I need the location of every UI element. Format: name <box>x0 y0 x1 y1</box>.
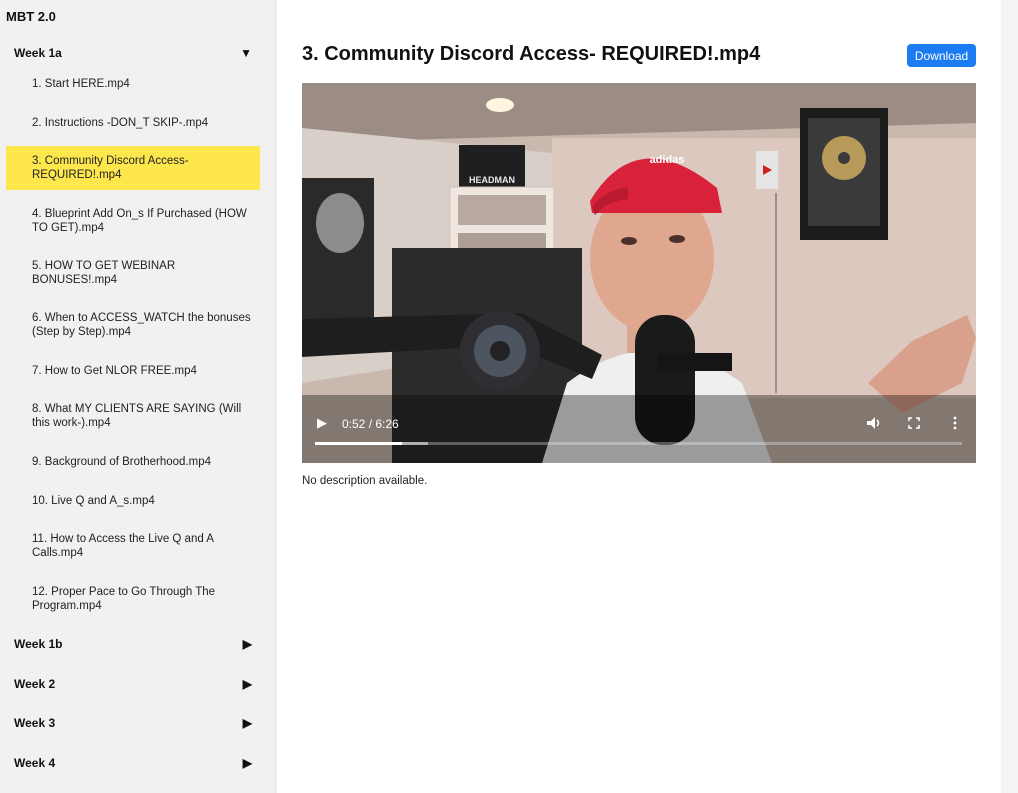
week-label: Week 1a <box>14 46 62 60</box>
expanded-caret-icon: ▼ <box>240 46 252 60</box>
progress-played <box>315 442 403 445</box>
cap-logo-text: adidas <box>650 154 685 166</box>
more-options-icon[interactable] <box>952 416 958 430</box>
sidebar: MBT 2.0 Week 1a ▼ 1. Start HERE.mp4 2. I… <box>0 0 276 793</box>
collapsed-caret-icon: ▶ <box>242 677 252 691</box>
lesson-item[interactable]: 10. Live Q and A_s.mp4 <box>6 494 260 508</box>
lesson-item[interactable]: 12. Proper Pace to Go Through The Progra… <box>6 585 260 613</box>
week-label: Week 1b <box>14 637 63 651</box>
main-content: 3. Community Discord Access- REQUIRED!.m… <box>277 0 1001 793</box>
video-title: 3. Community Discord Access- REQUIRED!.m… <box>302 43 761 65</box>
progress-track[interactable] <box>315 442 962 445</box>
collapsed-caret-icon: ▶ <box>242 716 252 730</box>
week-2-header[interactable]: Week 2 ▶ <box>14 677 252 691</box>
lesson-item[interactable]: 5. HOW TO GET WEBINAR BONUSES!.mp4 <box>6 259 260 287</box>
fullscreen-icon[interactable] <box>908 417 920 429</box>
week-label: Week 3 <box>14 716 56 730</box>
video-player[interactable]: HEADMAN adidas ▶ 0:52 / 6:26 <box>302 83 976 463</box>
lesson-item[interactable]: 4. Blueprint Add On_s If Purchased (HOW … <box>6 207 260 235</box>
download-button[interactable]: Download <box>907 44 976 67</box>
app-title: MBT 2.0 <box>6 9 56 24</box>
week-4-header[interactable]: Week 4 ▶ <box>14 756 252 770</box>
collapsed-caret-icon: ▶ <box>242 637 252 651</box>
week-1b-header[interactable]: Week 1b ▶ <box>14 637 252 651</box>
poster-banner-text: HEADMAN <box>469 175 515 185</box>
play-icon[interactable]: ▶ <box>317 415 327 431</box>
volume-icon[interactable] <box>866 416 882 430</box>
lesson-item[interactable]: 6. When to ACCESS_WATCH the bonuses (Ste… <box>6 311 260 339</box>
page-margin <box>1001 0 1018 793</box>
lesson-item[interactable]: 2. Instructions -DON_T SKIP-.mp4 <box>6 116 260 130</box>
video-frame: HEADMAN adidas <box>302 83 976 463</box>
week-3-header[interactable]: Week 3 ▶ <box>14 716 252 730</box>
lesson-item[interactable]: 7. How to Get NLOR FREE.mp4 <box>6 364 260 378</box>
lesson-item[interactable]: 8. What MY CLIENTS ARE SAYING (Will this… <box>6 402 260 430</box>
lesson-item-active[interactable]: 3. Community Discord Access- REQUIRED!.m… <box>6 146 260 190</box>
week-label: Week 2 <box>14 677 56 691</box>
week-1a-header[interactable]: Week 1a ▼ <box>14 46 252 60</box>
lesson-item[interactable]: 1. Start HERE.mp4 <box>6 77 260 91</box>
collapsed-caret-icon: ▶ <box>242 756 252 770</box>
time-display: 0:52 / 6:26 <box>342 417 399 431</box>
video-description: No description available. <box>302 475 428 487</box>
lesson-item[interactable]: 9. Background of Brotherhood.mp4 <box>6 455 260 469</box>
week-label: Week 4 <box>14 756 56 770</box>
lesson-item[interactable]: 11. How to Access the Live Q and A Calls… <box>6 532 260 560</box>
